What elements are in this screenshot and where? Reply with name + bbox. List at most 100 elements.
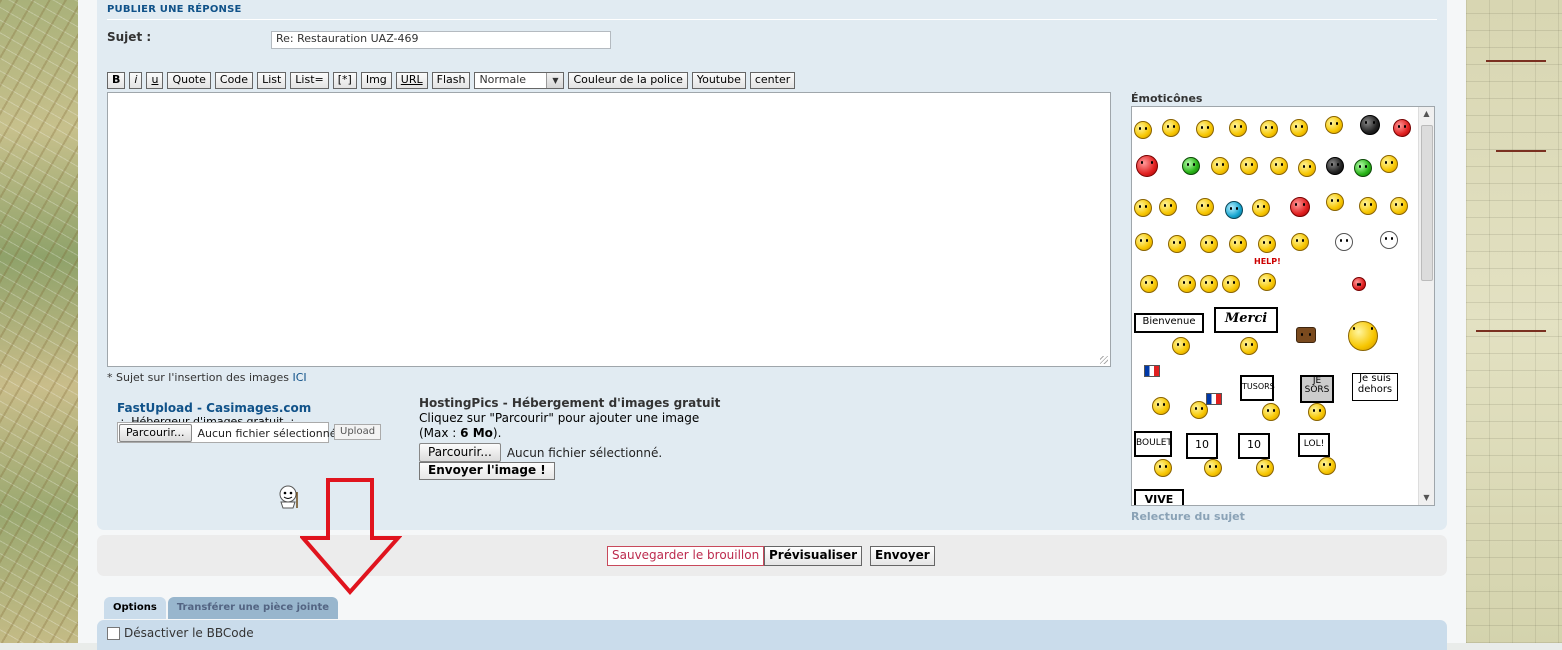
max-size-prefix: (Max : bbox=[419, 426, 461, 440]
smiley-icon[interactable] bbox=[1359, 197, 1377, 215]
underline-button[interactable]: u bbox=[146, 72, 164, 89]
beer-smiley-icon[interactable] bbox=[1348, 321, 1378, 351]
message-textarea[interactable] bbox=[107, 92, 1111, 367]
fastupload-browse-button[interactable]: Parcourir... bbox=[119, 424, 192, 442]
scrollbar-thumb[interactable] bbox=[1421, 125, 1433, 281]
img-button[interactable]: Img bbox=[360, 72, 392, 89]
devil-smiley-icon[interactable] bbox=[1136, 155, 1158, 177]
smiley-icon[interactable] bbox=[1200, 235, 1218, 253]
preview-button[interactable]: Prévisualiser bbox=[764, 546, 862, 566]
hostingpics-send-button[interactable]: Envoyer l'image ! bbox=[419, 462, 555, 480]
smiley-icon[interactable] bbox=[1229, 235, 1247, 253]
bold-button[interactable]: B bbox=[107, 72, 126, 89]
smiley-icon[interactable] bbox=[1196, 198, 1214, 216]
tab-options[interactable]: Options bbox=[104, 597, 166, 619]
smiley-icon[interactable] bbox=[1178, 275, 1196, 293]
fastupload-file-row: Parcourir... Aucun fichier sélectionné. bbox=[119, 424, 340, 442]
smiley-icon[interactable] bbox=[1168, 235, 1186, 253]
tab-attachment[interactable]: Transférer une pièce jointe bbox=[167, 597, 339, 619]
url-button[interactable]: URL bbox=[395, 72, 428, 89]
bienvenue-sign[interactable]: Bienvenue bbox=[1134, 313, 1204, 333]
score-10-sign[interactable]: 10 bbox=[1186, 433, 1218, 459]
smiley-icon[interactable] bbox=[1380, 155, 1398, 173]
tusors-sign[interactable]: TUSORS bbox=[1240, 375, 1275, 401]
boulet-sign[interactable]: BOULET bbox=[1134, 431, 1172, 457]
quote-button[interactable]: Quote bbox=[167, 72, 211, 89]
ghost-icon[interactable] bbox=[1335, 233, 1353, 251]
score-10-sign-2[interactable]: 10 bbox=[1238, 433, 1270, 459]
smiley-icon bbox=[1262, 403, 1280, 421]
dehors-label: Je suis dehors bbox=[1357, 373, 1393, 395]
smiley-icon[interactable] bbox=[1291, 233, 1309, 251]
smiley-icon[interactable] bbox=[1196, 120, 1214, 138]
smiley-icon[interactable] bbox=[1162, 119, 1180, 137]
smiley-icon[interactable] bbox=[1225, 201, 1243, 219]
sick-smiley-icon[interactable] bbox=[1182, 157, 1200, 175]
smiley-icon[interactable] bbox=[1354, 159, 1372, 177]
disable-bbcode-label: Désactiver le BBCode bbox=[124, 626, 254, 640]
merci-sign[interactable]: Merci bbox=[1214, 307, 1278, 333]
cool-smiley-icon[interactable] bbox=[1240, 157, 1258, 175]
smiley-icon[interactable] bbox=[1211, 157, 1229, 175]
vive-sign[interactable]: VIVE bbox=[1134, 489, 1184, 505]
font-color-button[interactable]: Couleur de la police bbox=[568, 72, 688, 89]
help-label: HELP! bbox=[1254, 257, 1281, 266]
youtube-button[interactable]: Youtube bbox=[691, 72, 746, 89]
mp-smiley-icon[interactable] bbox=[1360, 115, 1380, 135]
smiley-icon[interactable] bbox=[1290, 197, 1310, 217]
disable-bbcode-checkbox[interactable] bbox=[107, 626, 120, 640]
smiley-icon[interactable] bbox=[1326, 193, 1344, 211]
cake-icon[interactable] bbox=[1296, 327, 1316, 343]
scroll-down-icon[interactable]: ▼ bbox=[1419, 491, 1434, 505]
center-button[interactable]: center bbox=[749, 72, 796, 89]
smiley-icon[interactable] bbox=[1140, 275, 1158, 293]
smiley-icon[interactable] bbox=[1222, 275, 1240, 293]
dehors-sign[interactable]: Je suis dehors bbox=[1352, 373, 1398, 401]
flash-button[interactable]: Flash bbox=[431, 72, 471, 89]
scroll-up-icon[interactable]: ▲ bbox=[1419, 107, 1434, 121]
smiley-icon[interactable] bbox=[1390, 197, 1408, 215]
list-item-button[interactable]: [*] bbox=[332, 72, 357, 89]
old-man-icon[interactable] bbox=[1380, 231, 1398, 249]
smiley-icon[interactable] bbox=[1298, 159, 1316, 177]
smiley-icon[interactable] bbox=[1229, 119, 1247, 137]
subject-input[interactable]: Re: Restauration UAZ-469 bbox=[271, 31, 611, 49]
max-size-value: 6 Mo bbox=[460, 426, 493, 440]
smiley-icon[interactable] bbox=[1200, 275, 1218, 293]
fastupload-no-file-text: Aucun fichier sélectionné. bbox=[197, 426, 340, 440]
smiley-icon bbox=[1172, 337, 1190, 355]
italic-button[interactable]: i bbox=[129, 72, 143, 89]
smiley-icon[interactable] bbox=[1260, 120, 1278, 138]
ninja-smiley-icon[interactable] bbox=[1326, 157, 1344, 175]
smiley-icon[interactable] bbox=[1325, 116, 1343, 134]
smiley-icon[interactable] bbox=[1352, 277, 1366, 291]
fastupload-title[interactable]: FastUpload - Casimages.com bbox=[117, 401, 311, 415]
angry-smiley-icon[interactable] bbox=[1393, 119, 1411, 137]
smiley-icon[interactable] bbox=[1258, 235, 1276, 253]
smiley-icon[interactable] bbox=[1252, 199, 1270, 217]
smiley-icon[interactable] bbox=[1135, 233, 1153, 251]
fastupload-upload-button[interactable]: Upload bbox=[334, 424, 382, 440]
font-size-value: Normale bbox=[479, 73, 527, 86]
jesors-sign[interactable]: JE SORS bbox=[1300, 375, 1334, 403]
smiley-icon[interactable] bbox=[1159, 198, 1177, 216]
smiley-icon[interactable] bbox=[1152, 397, 1170, 415]
save-draft-button[interactable]: Sauvegarder le brouillon bbox=[607, 546, 765, 566]
hostingpics-browse-button[interactable]: Parcourir... bbox=[419, 443, 501, 462]
smiley-icon[interactable] bbox=[1290, 119, 1308, 137]
resize-handle-icon[interactable] bbox=[1100, 356, 1108, 364]
submit-button[interactable]: Envoyer bbox=[870, 546, 935, 566]
help-smiley-icon[interactable] bbox=[1258, 273, 1276, 291]
ordered-list-button[interactable]: List= bbox=[290, 72, 329, 89]
smiley-icon[interactable] bbox=[1134, 199, 1152, 217]
smiley-icon bbox=[1318, 457, 1336, 475]
font-size-select[interactable]: Normale ▼ bbox=[474, 72, 565, 89]
code-button[interactable]: Code bbox=[214, 72, 254, 89]
smiley-icon[interactable] bbox=[1270, 157, 1288, 175]
list-button[interactable]: List bbox=[257, 72, 287, 89]
note-link[interactable]: ICI bbox=[292, 371, 306, 384]
review-topic-link[interactable]: Relecture du sujet bbox=[1131, 510, 1245, 523]
emoticons-scrollbar[interactable]: ▲ ▼ bbox=[1418, 107, 1434, 505]
smiley-icon[interactable] bbox=[1134, 121, 1152, 139]
lol-sign[interactable]: LOL! bbox=[1298, 433, 1330, 457]
